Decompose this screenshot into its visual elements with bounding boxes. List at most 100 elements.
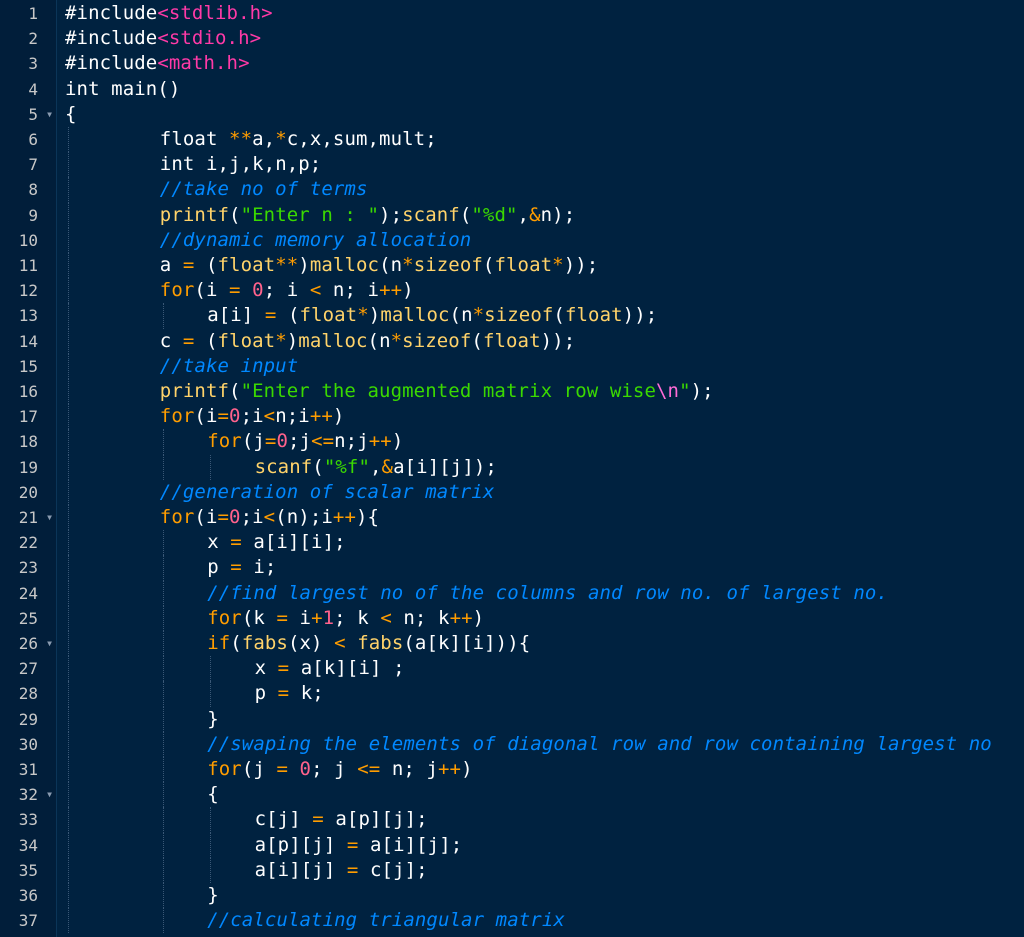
token-operator: = [346,858,359,881]
code-line[interactable]: } [57,706,1024,732]
token-text: a[i][j] [254,858,347,881]
token-text: n; k [391,606,450,629]
code-text: p = k; [255,681,324,706]
token-text: n;i [275,405,310,428]
token-operator: = [264,430,277,453]
token-comment: //swaping the elements of diagonal row a… [207,732,992,755]
code-line[interactable]: c[j] = a[p][j]; [57,807,1024,833]
line-number: 6 [28,130,38,149]
code-line[interactable]: #include<math.h> [57,51,1024,76]
code-line[interactable]: for(k = i+1; k < n; k++) [57,605,1024,631]
code-line[interactable]: printf("Enter the augmented matrix row w… [57,379,1024,405]
token-function: malloc [380,304,450,327]
line-number: 8 [28,180,38,200]
indent-guide [210,832,212,858]
token-string: "Enter the augmented matrix row wise [240,380,656,402]
gutter-line: 17 [0,404,56,429]
code-line[interactable]: int main() [57,77,1024,102]
indent-guide [210,454,212,480]
token-text: (n [379,254,403,276]
token-operator: = [346,833,359,856]
code-line[interactable]: for(i = 0; i < n; i++) [57,278,1024,304]
code-line[interactable]: scanf("%f",&a[i][j]); [57,454,1024,480]
line-number: 30 [18,734,38,754]
indent-guide [68,202,69,228]
code-text: c = (float*)malloc(n*sizeof(float)); [160,329,575,354]
token-text: )); [540,329,576,352]
code-line[interactable]: x = a[k][i] ; [57,656,1024,682]
fold-arrow-icon[interactable]: ▼ [47,505,52,530]
token-text: ;j [287,430,312,453]
code-line[interactable]: //generation of scalar matrix [57,479,1024,505]
code-line[interactable]: for(j=0;j<=n;j++) [57,429,1024,455]
gutter-line: 14 [0,329,56,354]
code-line[interactable]: for(i=0;i<n;i++) [57,404,1024,430]
code-line[interactable]: //dynamic memory allocation [57,227,1024,253]
gutter-line: 32 ▼ [0,782,56,807]
token-number: 0 [229,506,241,528]
code-line[interactable]: a[i][j] = c[j]; [57,857,1024,883]
token-text: ; i [263,279,310,302]
gutter-line: 23 [0,555,56,580]
code-text: //calculating triangular matrix [207,908,565,933]
fold-arrow-icon[interactable]: ▼ [47,631,52,656]
token-text: ( [194,254,218,276]
token-text: )); [563,254,599,276]
token-operator: < [263,506,276,528]
code-line[interactable]: for(j = 0; j <= n; j++) [57,757,1024,783]
token-text: ( [276,304,300,327]
gutter-line: 29 [0,707,56,732]
code-line[interactable]: p = i; [57,555,1024,581]
line-number: 23 [18,558,38,578]
indent-guide [68,782,69,808]
token-text: (j [241,758,277,780]
code-line[interactable]: x = a[i][i]; [57,530,1024,556]
code-line[interactable]: a[p][j] = a[i][j]; [57,832,1024,858]
code-line[interactable]: p = k; [57,681,1024,707]
code-line[interactable]: printf("Enter n : ");scanf("%d",&n); [57,202,1024,228]
code-line[interactable]: for(i=0;i<(n);i++){ [57,505,1024,531]
indent-guide [68,605,69,631]
code-line[interactable]: #include<stdlib.h> [57,1,1024,26]
token-operator: * [275,128,287,150]
indent-guide [68,555,69,581]
code-line[interactable]: //take no of terms [57,177,1024,203]
token-text: ); [379,203,403,226]
indent-guide [162,530,164,556]
token-operator: ++ [379,279,403,302]
token-number: 1 [322,606,335,629]
gutter-line: 6 [0,127,56,152]
token-operator: < [334,632,346,654]
token-operator: = [264,304,277,327]
token-text: ) [298,254,310,276]
code-line[interactable]: c = (float*)malloc(n*sizeof(float)); [57,328,1024,354]
token-operator: ++ [368,430,392,453]
token-operator: ++ [332,506,356,528]
code-area[interactable]: #include<stdlib.h> #include<stdio.h> #incl… [57,0,1024,937]
code-line[interactable]: { [57,782,1024,808]
code-line[interactable]: //find largest no of the columns and row… [57,580,1024,606]
code-line[interactable]: int i,j,k,n,p; [57,152,1024,178]
indent-guide [68,253,69,279]
code-line[interactable]: a[i] = (float*)malloc(n*sizeof(float)); [57,303,1024,329]
code-line[interactable]: #include<stdio.h> [57,26,1024,51]
token-operator: & [529,203,541,226]
token-text: a[i][i]; [241,531,346,554]
token-operator: & [381,455,394,478]
fold-arrow-icon[interactable]: ▼ [47,782,52,807]
indent-guide [68,353,69,379]
code-line[interactable]: //swaping the elements of diagonal row a… [57,731,1024,757]
code-line[interactable]: if(fabs(x) < fabs(a[k][i])){ [57,631,1024,657]
code-text: //generation of scalar matrix [160,480,495,505]
code-line[interactable]: a = (float**)malloc(n*sizeof(float*)); [57,253,1024,279]
code-line[interactable]: //take input [57,353,1024,379]
token-text: i [287,606,312,629]
code-line[interactable]: //calculating triangular matrix [57,908,1024,934]
code-line[interactable]: } [57,883,1024,909]
fold-arrow-icon[interactable]: ▼ [47,102,52,127]
code-editor[interactable]: 1 2 3 4 5 ▼ 6 7 8 9 10 11 12 13 14 15 16 17 18 19 20 21 ▼ 22 23 2… [0,0,1024,937]
line-number: 19 [18,457,38,477]
code-line[interactable]: { [57,102,1024,127]
code-line[interactable]: float **a,*c,x,sum,mult; [57,127,1024,153]
